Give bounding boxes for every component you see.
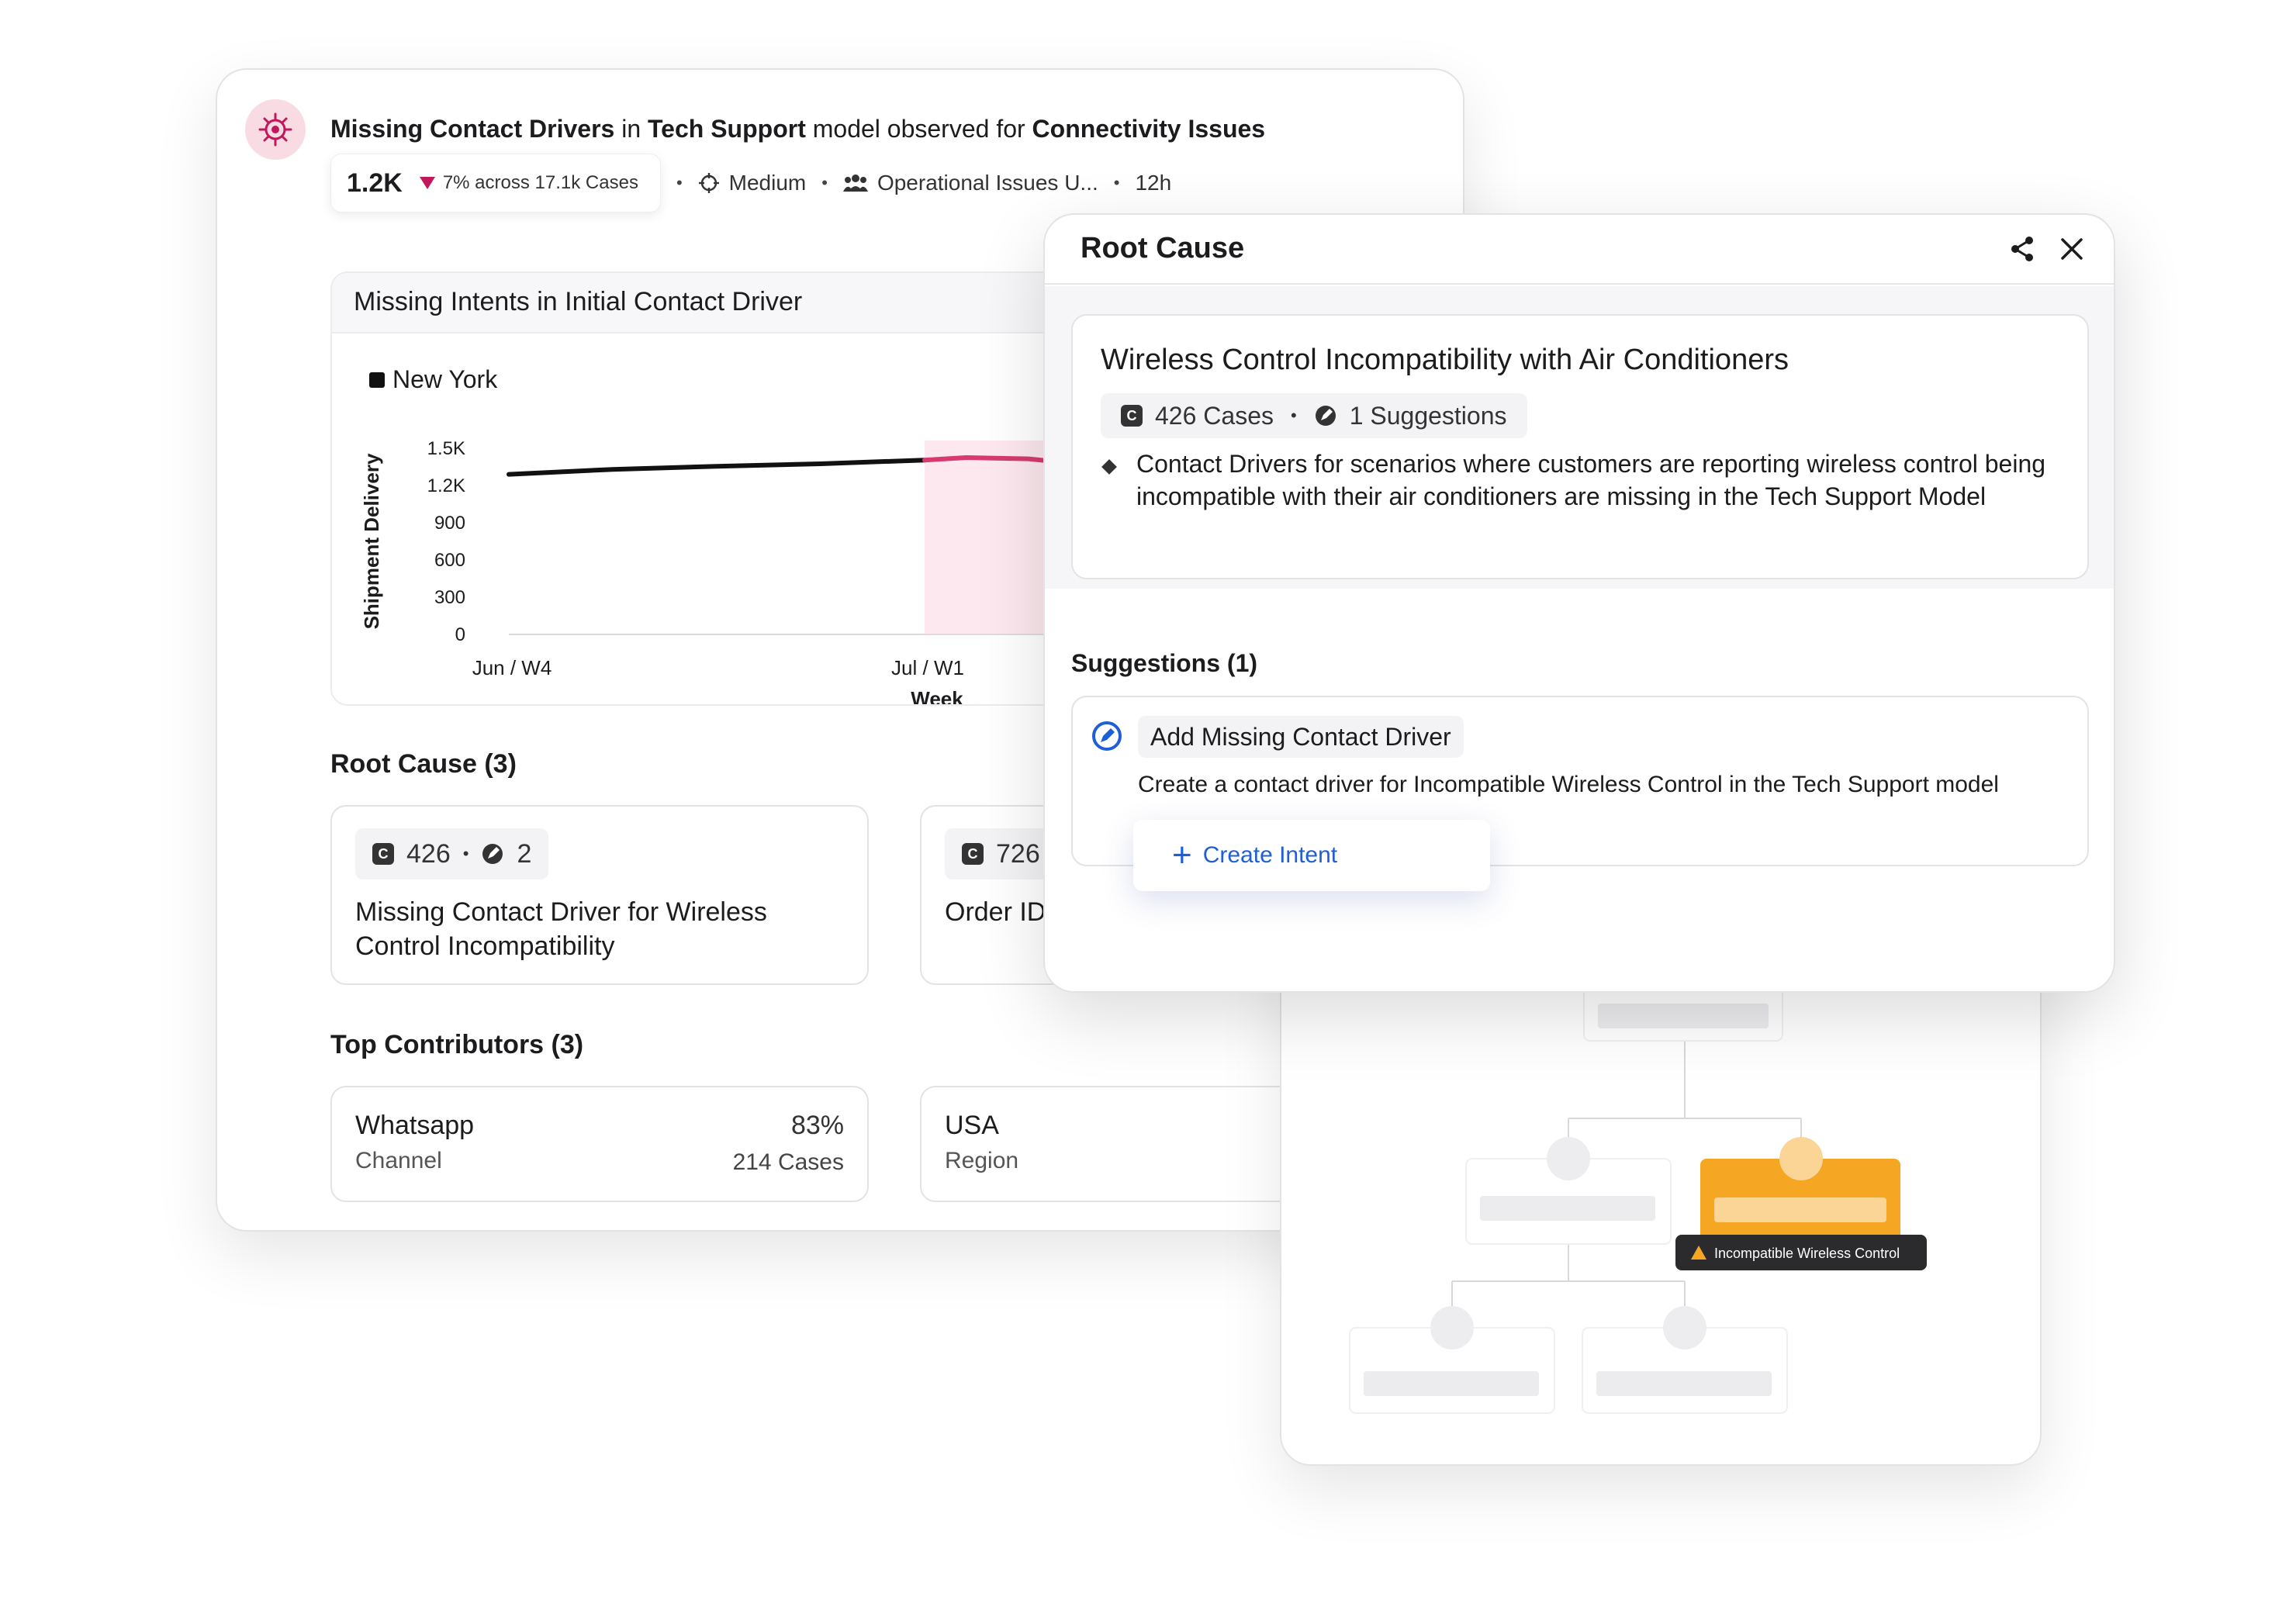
separator-dot: • xyxy=(1290,406,1297,425)
create-intent-button[interactable]: + Create Intent xyxy=(1133,820,1490,891)
owner-item: Operational Issues U... xyxy=(842,171,1098,195)
people-icon xyxy=(842,175,868,192)
tree-tooltip: Incompatible Wireless Control xyxy=(1675,1235,1927,1270)
y-axis-label: Shipment Delivery xyxy=(360,453,383,629)
trend-down-icon xyxy=(419,177,435,189)
case-icon: C xyxy=(1121,405,1143,427)
age-label: 12h xyxy=(1135,171,1172,195)
contact-driver-tree: Incompatible Wireless Control xyxy=(1280,929,2042,1466)
root-cause-summary: Wireless Control Incompatibility with Ai… xyxy=(1071,314,2089,579)
suggestion-icon xyxy=(1315,406,1336,426)
issue-title[interactable]: Missing Contact Drivers in Tech Support … xyxy=(330,115,1265,143)
y-tick-label: 0 xyxy=(455,624,465,645)
case-icon: C xyxy=(962,843,984,865)
suggestions-title: Suggestions (1) xyxy=(1071,649,1258,677)
y-tick-label: 900 xyxy=(434,513,465,534)
tree-node-left[interactable] xyxy=(1465,1137,1672,1245)
plus-icon: + xyxy=(1172,836,1192,874)
contributor-name: USA xyxy=(945,1111,999,1140)
y-tick-label: 600 xyxy=(434,550,465,571)
y-tick-label: 1.2K xyxy=(427,475,465,496)
create-intent-label: Create Intent xyxy=(1202,842,1338,868)
tree-node-highlighted[interactable] xyxy=(1700,1137,1900,1244)
crosshair-icon xyxy=(698,173,719,193)
y-tick-label: 300 xyxy=(434,587,465,608)
root-cause-description: Contact Drivers for scenarios where cust… xyxy=(1136,450,2046,510)
priority-item: Medium xyxy=(698,171,807,195)
suggestion-description: Create a contact driver for Incompatible… xyxy=(1138,772,1999,797)
x-tick-label: Jul / W1 xyxy=(891,656,964,679)
contributor-card-1[interactable]: Whatsapp Channel 83% 214 Cases xyxy=(330,1086,869,1202)
rc-card-cases: 726 xyxy=(996,838,1040,869)
x-axis-label: Week xyxy=(911,687,963,706)
rc-card-cases: 426 xyxy=(406,838,451,869)
rc-card-stats: C 426 • 2 xyxy=(355,828,549,879)
suggestion-icon xyxy=(482,844,503,864)
root-cause-stats: C 426 Cases • 1 Suggestions xyxy=(1101,393,1527,438)
top-contributors-title: Top Contributors (3) xyxy=(330,1030,584,1059)
root-cause-cases: 426 Cases xyxy=(1155,401,1274,430)
suggestion-label: Add Missing Contact Driver xyxy=(1138,716,1464,758)
panel-title: Root Cause xyxy=(1081,232,1245,264)
title-metric: Missing Contact Drivers xyxy=(330,115,615,143)
rc-card-stats: C 726 xyxy=(945,828,1057,879)
x-tick-label: Jun / W4 xyxy=(472,656,552,679)
close-icon[interactable] xyxy=(2056,233,2087,264)
contributor-type: Region xyxy=(945,1148,1019,1173)
trend-text: 7% across 17.1k Cases xyxy=(442,172,638,193)
contributor-percent: 83% xyxy=(790,1111,844,1140)
share-icon[interactable] xyxy=(2007,233,2038,264)
priority-label: Medium xyxy=(728,171,807,195)
tree-diagram: Incompatible Wireless Control xyxy=(1349,929,1927,1414)
title-model: Tech Support xyxy=(648,115,806,143)
root-cause-card-1[interactable]: C 426 • 2 Missing Contact Driver for Wir… xyxy=(330,805,869,985)
tree-node-bottom-left[interactable] xyxy=(1349,1306,1555,1414)
legend-swatch xyxy=(369,372,385,388)
issue-meta-row: 1.2K 7% across 17.1k Cases • Medium • Op… xyxy=(330,154,1171,213)
separator-dot: • xyxy=(462,844,469,863)
tree-node-bottom-right[interactable] xyxy=(1582,1306,1788,1414)
root-cause-suggestions: 1 Suggestions xyxy=(1349,401,1507,430)
owner-label: Operational Issues U... xyxy=(877,171,1098,195)
tooltip-text: Incompatible Wireless Control xyxy=(1714,1246,1900,1261)
count-pill[interactable]: 1.2K 7% across 17.1k Cases xyxy=(330,154,661,213)
root-cause-panel: Root Cause Wireless Control Incompatibil… xyxy=(1043,213,2115,993)
virus-alert-icon xyxy=(245,99,306,160)
rc-card-text: Missing Contact Driver for Wireless Cont… xyxy=(355,897,767,961)
title-connector: in xyxy=(614,115,648,143)
separator-dot: • xyxy=(676,173,683,192)
rc-card-suggestions: 2 xyxy=(517,838,532,869)
root-cause-section-title: Root Cause (3) xyxy=(330,749,517,779)
root-cause-title: Wireless Control Incompatibility with Ai… xyxy=(1101,344,1789,376)
y-tick-label: 1.5K xyxy=(427,438,465,459)
contributor-cases: 214 Cases xyxy=(732,1149,844,1175)
title-topic: Connectivity Issues xyxy=(1032,115,1266,143)
separator-dot: • xyxy=(821,173,828,192)
legend-label: New York xyxy=(392,365,498,393)
case-icon: C xyxy=(372,843,394,865)
contributor-type: Channel xyxy=(355,1148,442,1173)
series-line-new-york xyxy=(507,458,927,477)
issue-count: 1.2K xyxy=(347,168,403,198)
panel-header: Root Cause xyxy=(1045,215,2114,285)
edit-circle-icon xyxy=(1092,721,1122,751)
title-connector: model observed for xyxy=(805,115,1032,143)
separator-dot: • xyxy=(1113,173,1120,192)
bullet-diamond xyxy=(1101,459,1117,475)
contributor-name: Whatsapp xyxy=(355,1111,475,1140)
